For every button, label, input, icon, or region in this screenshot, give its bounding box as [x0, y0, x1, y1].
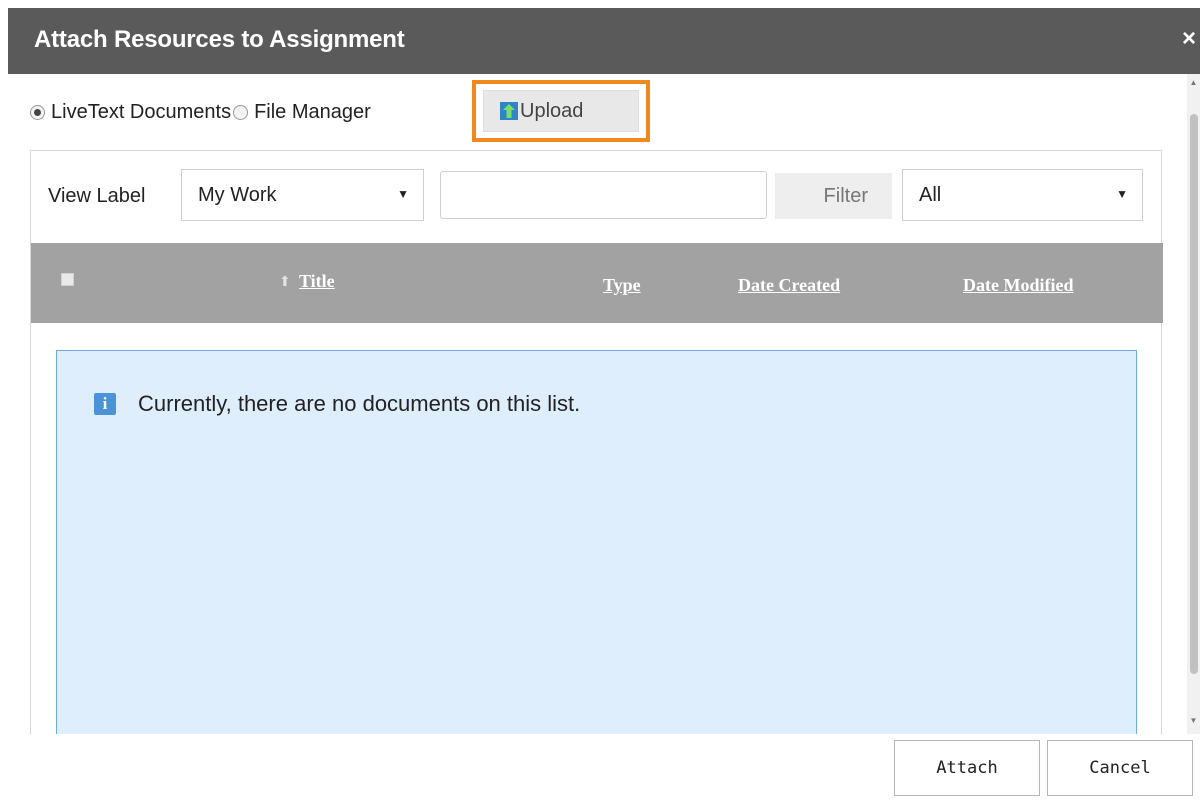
- close-icon[interactable]: ×: [1182, 24, 1200, 54]
- scroll-thumb[interactable]: [1190, 114, 1198, 674]
- column-header-date-modified[interactable]: Date Modified: [963, 275, 1073, 296]
- chevron-down-icon: ▼: [397, 187, 409, 201]
- empty-state-message: i Currently, there are no documents on t…: [56, 350, 1137, 750]
- dialog-footer: Attach Cancel: [0, 734, 1200, 800]
- select-all-checkbox[interactable]: [61, 273, 74, 286]
- radio-label-livetext-documents[interactable]: LiveText Documents: [51, 101, 231, 124]
- column-header-type[interactable]: Type: [603, 275, 641, 296]
- documents-panel: View Label My Work ▼ Filter All ▼ ⬆ Titl…: [30, 150, 1163, 750]
- view-label-select-value: My Work: [198, 183, 277, 206]
- scroll-up-icon[interactable]: ▲: [1187, 78, 1200, 88]
- type-select-value: All: [919, 183, 942, 206]
- cancel-button[interactable]: Cancel: [1047, 740, 1193, 796]
- radio-file-manager[interactable]: [233, 104, 249, 120]
- view-label: View Label: [48, 185, 146, 207]
- dialog-scrollbar[interactable]: ▲ ▼: [1187, 74, 1200, 734]
- view-label-select[interactable]: My Work ▼: [181, 169, 424, 221]
- dialog-titlebar: Attach Resources to Assignment ×: [8, 8, 1200, 74]
- column-header-date-created[interactable]: Date Created: [738, 275, 840, 296]
- radio-livetext-documents[interactable]: [30, 104, 45, 120]
- type-select[interactable]: All ▼: [902, 169, 1143, 221]
- empty-state-text: Currently, there are no documents on thi…: [138, 391, 581, 416]
- info-icon: i: [94, 393, 116, 415]
- upload-arrow-icon: [500, 102, 518, 120]
- search-input[interactable]: [440, 171, 767, 219]
- chevron-down-icon: ▼: [1116, 187, 1128, 201]
- radio-label-file-manager[interactable]: File Manager: [254, 101, 371, 124]
- sort-ascending-icon: ⬆: [279, 273, 291, 289]
- source-radio-group: LiveText Documents File Manager: [30, 96, 373, 128]
- filter-button[interactable]: Filter: [775, 173, 892, 219]
- dialog-title: Attach Resources to Assignment: [34, 26, 405, 53]
- top-strip: [0, 0, 1200, 8]
- scroll-down-icon[interactable]: ▼: [1187, 716, 1200, 726]
- upload-button[interactable]: Upload: [483, 90, 639, 132]
- table-header: ⬆ Title Type Date Created Date Modified: [31, 243, 1163, 323]
- column-header-title[interactable]: Title: [299, 271, 335, 292]
- upload-label: Upload: [520, 99, 584, 122]
- attach-button[interactable]: Attach: [894, 740, 1040, 796]
